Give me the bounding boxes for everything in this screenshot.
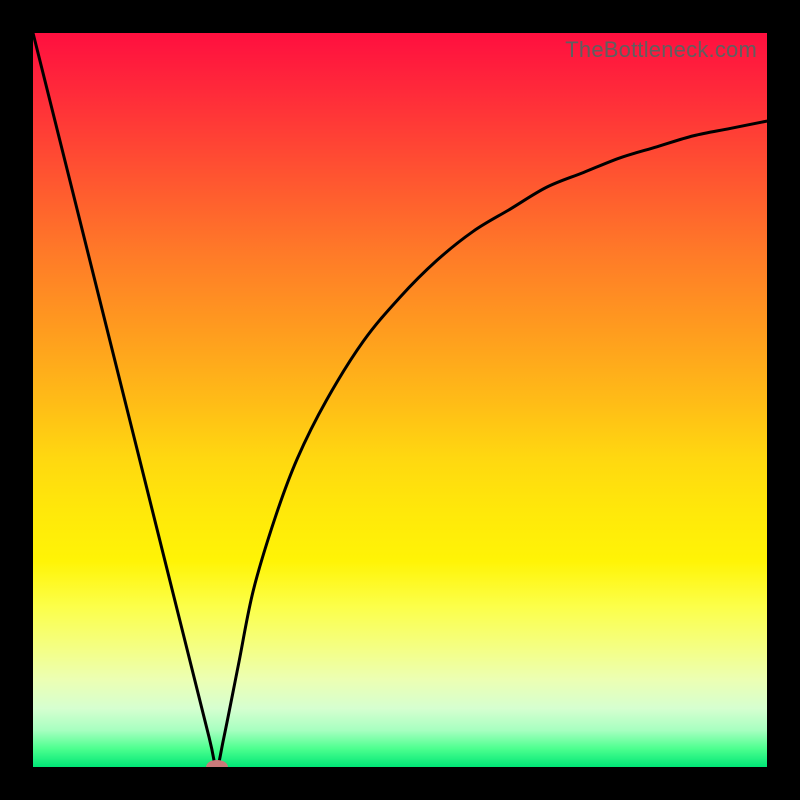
- curve-layer: [33, 33, 767, 767]
- watermark-text: TheBottleneck.com: [565, 37, 757, 63]
- bottleneck-curve: [33, 33, 767, 767]
- plot-area: TheBottleneck.com: [33, 33, 767, 767]
- minimum-marker: [206, 760, 228, 767]
- chart-frame: TheBottleneck.com: [0, 0, 800, 800]
